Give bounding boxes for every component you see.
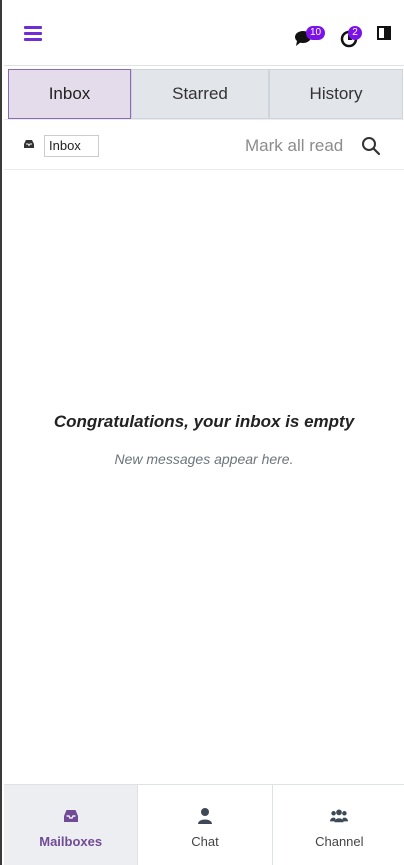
tab-starred[interactable]: Starred [131,69,269,119]
activity-systray[interactable]: 2 [338,22,370,48]
nav-mailboxes-label: Mailboxes [39,834,103,849]
nav-chat-label: Chat [191,834,219,849]
mail-tabs: Inbox Starred History [4,66,404,120]
activity-count-badge: 2 [348,26,362,40]
nav-channel[interactable]: Channel [271,785,404,865]
split-panel-icon[interactable] [377,26,391,40]
tab-inbox[interactable]: Inbox [8,69,131,119]
nav-channel-label: Channel [315,834,364,849]
mark-all-read-button[interactable]: Mark all read [245,136,343,156]
chat-systray[interactable]: 10 [292,22,328,48]
top-bar: 10 2 [4,0,404,66]
tab-history[interactable]: History [269,69,403,119]
nav-mailboxes[interactable]: Mailboxes [4,785,138,865]
mailbox-controls: Inbox Mark all read [4,122,404,170]
users-icon [330,809,349,823]
user-icon [197,808,212,824]
search-icon[interactable] [361,136,381,156]
empty-state-subtitle: New messages appear here. [114,451,294,467]
inbox-tray-icon [63,810,78,822]
chat-count-badge: 10 [306,26,326,40]
bottom-nav: Mailboxes Chat Channel [4,784,404,865]
mailbox-select[interactable]: Inbox [44,135,99,157]
hamburger-icon[interactable] [24,26,42,42]
empty-state-title: Congratulations, your inbox is empty [53,412,355,431]
inbox-tray-icon [24,140,34,148]
nav-chat[interactable]: Chat [137,785,271,865]
app-frame: 10 2 Inbox Starred History Inbox Mark al… [0,0,404,865]
